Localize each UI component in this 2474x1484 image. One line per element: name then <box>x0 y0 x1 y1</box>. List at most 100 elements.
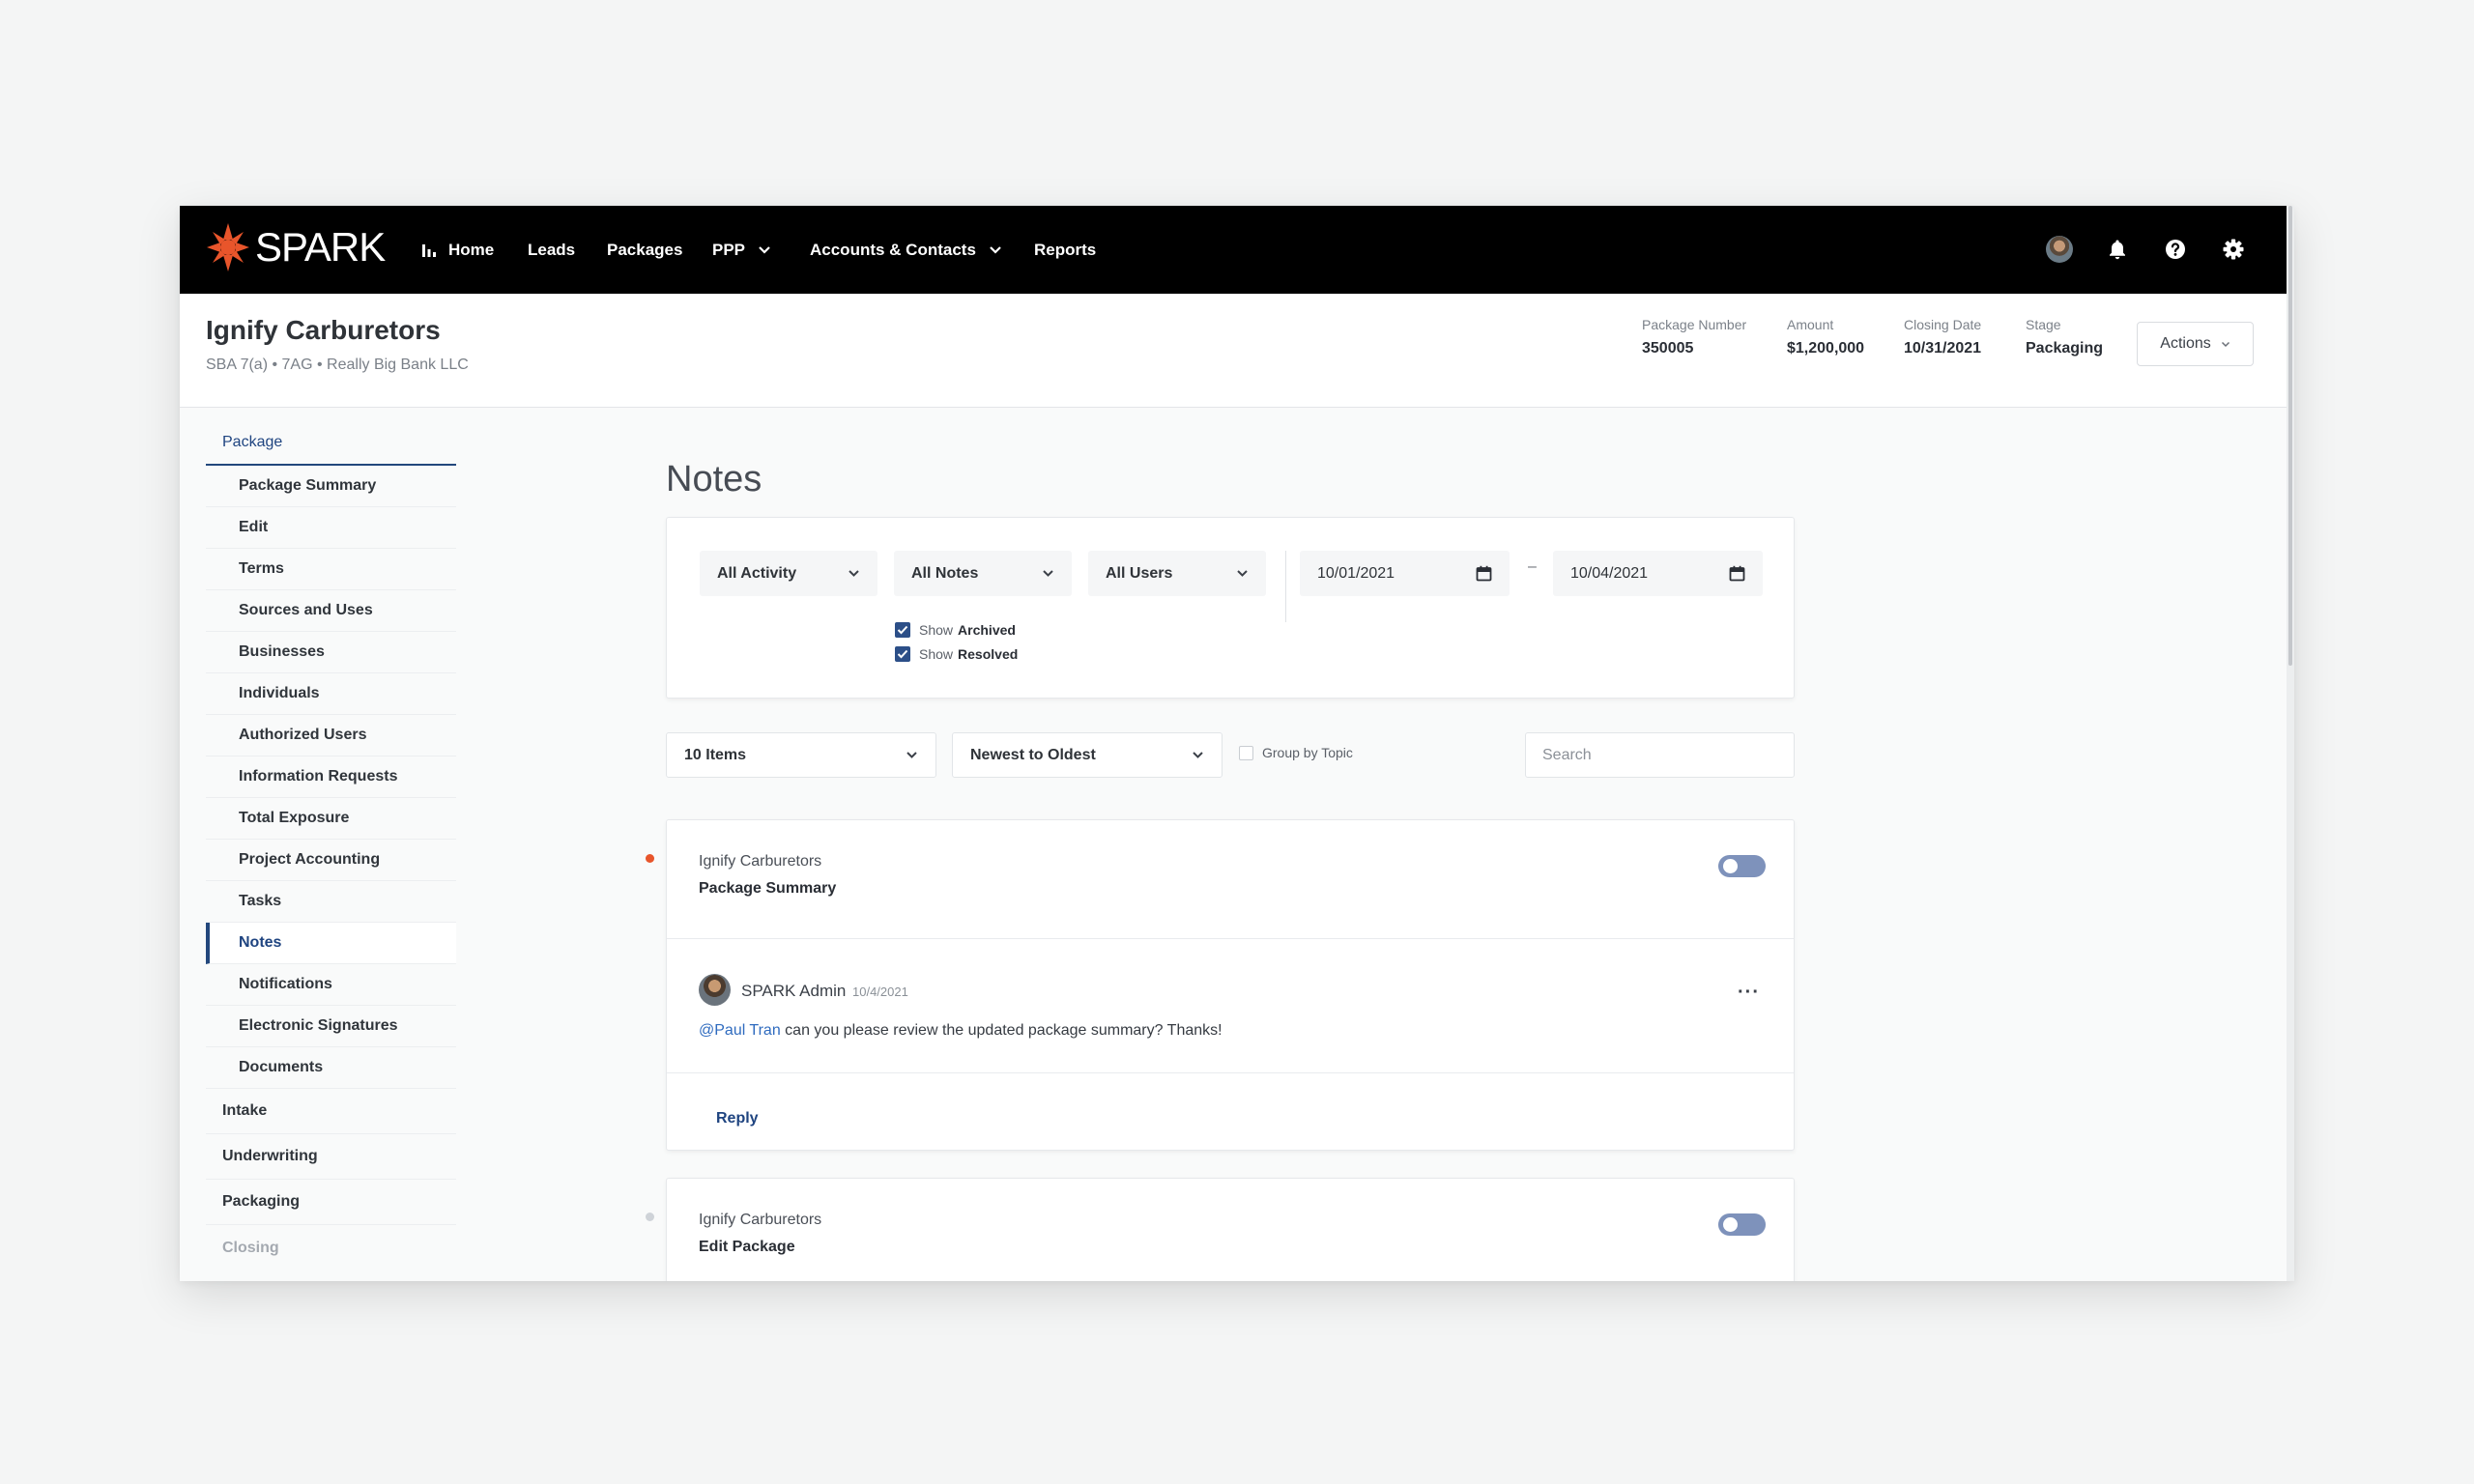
sidebar-item-authorized-users[interactable]: Authorized Users <box>206 715 456 756</box>
bar-chart-icon <box>422 243 436 257</box>
nav-reports-label: Reports <box>1034 240 1097 259</box>
nav-packages-label: Packages <box>607 240 683 259</box>
sidebar-item-businesses[interactable]: Businesses <box>206 632 456 673</box>
note-body: can you please review the updated packag… <box>780 1022 1223 1039</box>
meta-label: Package Number <box>1642 317 1747 332</box>
sidebar-item-terms[interactable]: Terms <box>206 549 456 590</box>
nav-home-label: Home <box>448 240 495 259</box>
sidebar-item-tasks[interactable]: Tasks <box>206 881 456 923</box>
sort-order-select[interactable]: Newest to Oldest <box>952 732 1223 778</box>
checkbox-unchecked[interactable] <box>1239 745 1253 760</box>
nav-accounts-contacts[interactable]: Accounts & Contacts <box>810 206 1002 294</box>
date-from-input[interactable]: 10/01/2021 <box>1300 551 1510 596</box>
users-filter-select[interactable]: All Users <box>1088 551 1266 596</box>
checkbox-checked[interactable] <box>895 646 910 662</box>
sidebar-item-electronic-signatures[interactable]: Electronic Signatures <box>206 1006 456 1047</box>
sidebar-section-intake[interactable]: Intake <box>206 1089 456 1134</box>
nav-home[interactable]: Home <box>421 206 494 294</box>
package-header: Ignify Carburetors SBA 7(a) • 7AG • Real… <box>180 294 2287 408</box>
sidebar-section-closing[interactable]: Closing <box>206 1225 456 1270</box>
notes-filter-value: All Notes <box>911 564 979 582</box>
filter-divider <box>1285 551 1286 622</box>
show-resolved-checkbox[interactable]: Show Resolved <box>895 646 1018 662</box>
activity-filter-select[interactable]: All Activity <box>700 551 877 596</box>
bell-icon <box>2110 240 2125 260</box>
meta-stage: Stage Packaging <box>2026 317 2103 357</box>
sidebar-item-edit[interactable]: Edit <box>206 507 456 549</box>
users-filter-value: All Users <box>1106 564 1173 582</box>
notifications-button[interactable] <box>2099 231 2136 268</box>
activity-filter-value: All Activity <box>717 564 797 582</box>
meta-label: Closing Date <box>1904 317 1982 332</box>
nav-reports[interactable]: Reports <box>1034 206 1096 294</box>
sidebar-section-underwriting[interactable]: Underwriting <box>206 1134 456 1180</box>
nav-leads[interactable]: Leads <box>528 206 575 294</box>
user-avatar-button[interactable] <box>2041 231 2078 268</box>
page-title: Ignify Carburetors <box>206 315 441 345</box>
user-mention-link[interactable]: @Paul Tran <box>699 1022 781 1039</box>
nav-ppp[interactable]: PPP <box>712 206 771 294</box>
chevron-down-icon <box>1237 570 1248 577</box>
archived-label: Archived <box>958 622 1016 638</box>
sidebar-item-individuals[interactable]: Individuals <box>206 673 456 715</box>
note-text: @Paul Tran can you please review the upd… <box>699 1022 1223 1040</box>
nav-packages[interactable]: Packages <box>607 206 682 294</box>
more-options-icon[interactable]: ··· <box>1738 982 1760 1004</box>
group-by-topic-label: Group by Topic <box>1262 745 1353 760</box>
show-label: Show <box>919 622 954 638</box>
help-icon <box>2166 240 2185 259</box>
sidebar-item-notes[interactable]: Notes <box>206 923 456 964</box>
settings-button[interactable] <box>2215 231 2252 268</box>
logo-text: SPARK <box>255 224 386 270</box>
actions-button[interactable]: Actions <box>2137 322 2254 366</box>
calendar-icon[interactable] <box>1729 565 1745 582</box>
date-to-value: 10/04/2021 <box>1570 564 1649 582</box>
avatar <box>2046 236 2073 263</box>
page-size-select[interactable]: 10 Items <box>666 732 936 778</box>
search-input[interactable] <box>1525 732 1795 778</box>
nav-ppp-label: PPP <box>712 240 746 259</box>
scrollbar-thumb[interactable] <box>2288 206 2292 666</box>
chevron-down-icon <box>990 245 1001 254</box>
sidebar-item-project-accounting[interactable]: Project Accounting <box>206 840 456 881</box>
group-by-topic-checkbox[interactable]: Group by Topic <box>1239 745 1353 760</box>
note-topic: Package Summary <box>699 880 837 897</box>
meta-amount: Amount $1,200,000 <box>1787 317 1864 357</box>
date-range-separator: – <box>1528 558 1537 575</box>
sidebar-item-total-exposure[interactable]: Total Exposure <box>206 798 456 840</box>
note-date: 10/4/2021 <box>852 985 908 999</box>
sidebar-item-package-summary[interactable]: Package Summary <box>206 466 456 507</box>
note-card: Ignify Carburetors Edit Package <box>666 1178 1795 1281</box>
chevron-down-icon <box>1193 752 1203 758</box>
spark-logo[interactable]: SPARK <box>205 221 386 273</box>
sidebar-item-documents[interactable]: Documents <box>206 1047 456 1089</box>
unread-indicator <box>646 854 654 863</box>
actions-label: Actions <box>2160 335 2211 352</box>
meta-value: 10/31/2021 <box>1904 340 1982 357</box>
spark-starburst-icon <box>207 223 249 271</box>
resolve-toggle[interactable] <box>1718 855 1766 877</box>
chevron-down-icon <box>759 245 770 254</box>
resolve-toggle[interactable] <box>1718 1213 1766 1236</box>
notes-filter-select[interactable]: All Notes <box>894 551 1072 596</box>
date-to-input[interactable]: 10/04/2021 <box>1553 551 1763 596</box>
meta-value: 350005 <box>1642 340 1694 357</box>
calendar-icon[interactable] <box>1476 565 1492 582</box>
sidebar-section-packaging[interactable]: Packaging <box>206 1180 456 1225</box>
resolved-label: Resolved <box>958 646 1019 662</box>
note-topic: Edit Package <box>699 1239 795 1255</box>
help-button[interactable] <box>2157 231 2194 268</box>
sidebar-section-package[interactable]: Package <box>206 420 456 466</box>
meta-value: $1,200,000 <box>1787 340 1865 357</box>
sidebar-item-notifications[interactable]: Notifications <box>206 964 456 1006</box>
show-archived-checkbox[interactable]: Show Archived <box>895 622 1016 638</box>
note-company: Ignify Carburetors <box>699 853 822 870</box>
reply-button[interactable]: Reply <box>716 1110 759 1127</box>
sidebar-item-sources-and-uses[interactable]: Sources and Uses <box>206 590 456 632</box>
top-nav: SPARK Home Leads Packages PPP Accounts &… <box>180 206 2287 294</box>
meta-label: Amount <box>1787 317 1834 332</box>
sidebar-item-information-requests[interactable]: Information Requests <box>206 756 456 798</box>
gear-icon <box>2223 239 2244 260</box>
chevron-down-icon <box>906 752 917 758</box>
checkbox-checked[interactable] <box>895 622 910 638</box>
